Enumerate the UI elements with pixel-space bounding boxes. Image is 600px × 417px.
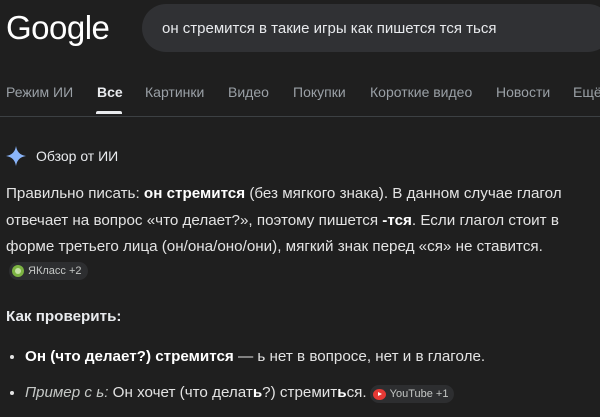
source-chip-youtube[interactable]: YouTube +1 xyxy=(369,385,455,403)
tab-short-videos[interactable]: Короткие видео xyxy=(370,84,472,100)
bold-text: ь xyxy=(337,384,347,401)
bold-text: Он (что делает?) стремится xyxy=(25,347,234,365)
bold-text: ь xyxy=(252,384,263,401)
tab-more[interactable]: Ещё xyxy=(573,84,600,100)
text: Правильно писать: xyxy=(6,185,144,202)
tab-all[interactable]: Все xyxy=(97,84,123,100)
active-tab-indicator xyxy=(96,111,122,114)
tab-shopping[interactable]: Покупки xyxy=(293,84,346,100)
list-item: Он (что делает?) стремится — ь нет в воп… xyxy=(25,344,596,371)
check-list: Он (что делает?) стремится — ь нет в воп… xyxy=(6,344,596,407)
chip-label: ЯКласс +2 xyxy=(28,264,82,277)
text: ?) стремит xyxy=(262,384,338,401)
text: Он хочет (что делат xyxy=(108,384,253,401)
search-input[interactable]: он стремится в такие игры как пишется тс… xyxy=(162,20,496,37)
list-item: Пример с ь: Он хочет (что делать?) стрем… xyxy=(25,380,596,407)
bold-text: он стремится xyxy=(143,185,246,202)
ai-overview-header: Обзор от ИИ xyxy=(6,146,118,166)
section-title: Как проверить: xyxy=(6,308,122,325)
ai-overview-title: Обзор от ИИ xyxy=(36,148,119,164)
italic-text: Пример с ь: xyxy=(25,384,109,401)
tab-videos[interactable]: Видео xyxy=(228,84,269,100)
youtube-icon xyxy=(372,388,386,400)
text: ся. xyxy=(346,384,367,401)
source-chip-yaklass[interactable]: ЯКласс +2 xyxy=(9,261,88,280)
ai-paragraph: Правильно писать: он стремится (без мягк… xyxy=(6,181,596,287)
chip-label: YouTube +1 xyxy=(389,388,449,400)
sparkle-icon xyxy=(6,146,26,166)
bold-text: -тся xyxy=(382,211,412,229)
tab-ai-mode[interactable]: Режим ИИ xyxy=(6,84,73,100)
tab-images[interactable]: Картинки xyxy=(145,84,204,100)
yaklass-icon xyxy=(12,264,24,277)
tab-news[interactable]: Новости xyxy=(496,84,550,100)
search-tabs: Режим ИИ Все Картинки Видео Покупки Коро… xyxy=(0,66,600,117)
google-logo[interactable]: Google xyxy=(6,9,110,47)
ai-overview-body: Правильно писать: он стремится (без мягк… xyxy=(6,181,596,417)
text: — ь нет в вопросе, нет и в глаголе. xyxy=(233,347,486,365)
search-box[interactable]: он стремится в такие игры как пишется тс… xyxy=(142,4,600,52)
